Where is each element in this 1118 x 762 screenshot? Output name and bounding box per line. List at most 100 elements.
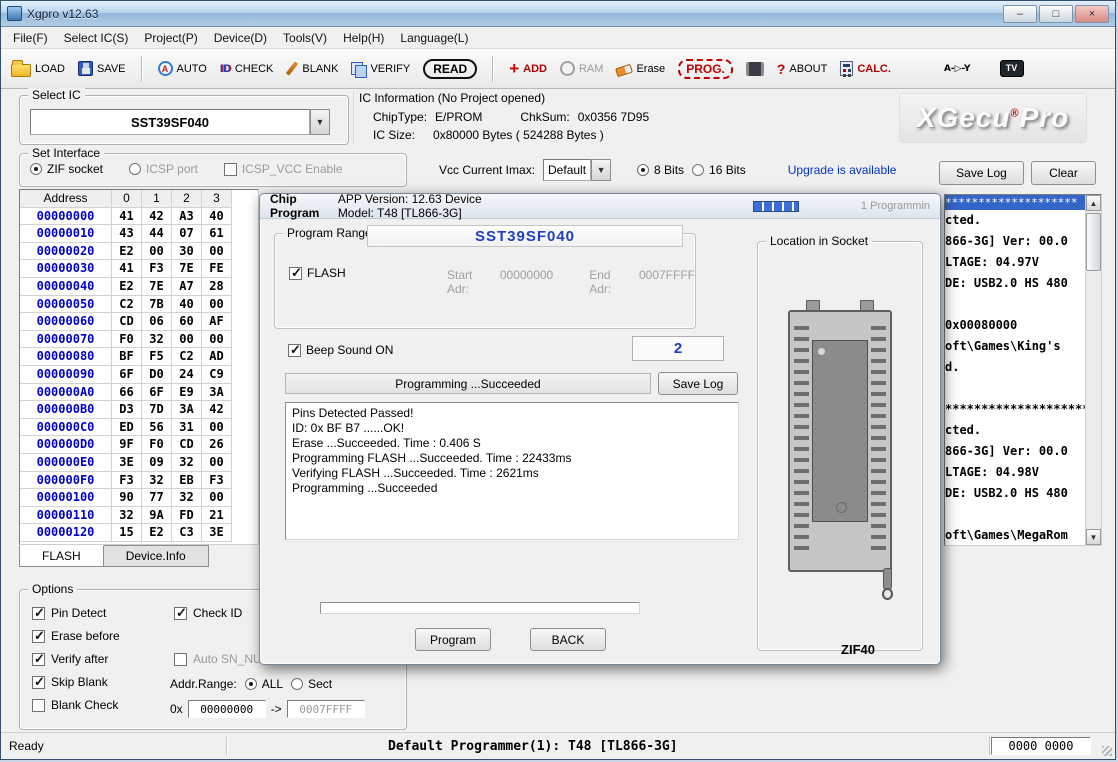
zif-socket-radio[interactable]: ZIF socket: [30, 162, 103, 176]
menu-item[interactable]: Help(H): [335, 28, 392, 48]
hex-address-cell[interactable]: 000000D0: [20, 436, 112, 454]
minimize-button[interactable]: –: [1003, 4, 1037, 23]
chevron-down-icon[interactable]: ▼: [310, 109, 330, 135]
hex-address-cell[interactable]: 000000A0: [20, 383, 112, 402]
hex-address-cell[interactable]: 00000120: [20, 524, 112, 542]
beep-sound-checkbox[interactable]: Beep Sound ON: [288, 342, 393, 358]
check-id-checkbox[interactable]: Check ID: [174, 605, 242, 621]
hex-address-cell[interactable]: 00000010: [20, 225, 112, 243]
hex-byte-cell[interactable]: 07: [172, 225, 202, 243]
menu-item[interactable]: File(F): [5, 28, 56, 48]
hex-byte-cell[interactable]: F5: [142, 348, 172, 366]
hex-editor[interactable]: Address 0 1 2 3 00000000 41 42 A3 40 00000010 43 44…: [19, 189, 259, 545]
logic-button[interactable]: A-▷-Y: [944, 64, 971, 74]
read-button[interactable]: READ: [423, 58, 478, 79]
hex-address-cell[interactable]: 00000020: [20, 242, 112, 261]
menu-item[interactable]: Tools(V): [275, 28, 335, 48]
ic-combo[interactable]: SST39SF040 ▼: [30, 109, 330, 135]
hex-byte-cell[interactable]: 7E: [142, 277, 172, 296]
hex-byte-cell[interactable]: 00: [142, 242, 172, 261]
hex-byte-cell[interactable]: C2: [112, 295, 142, 314]
hex-byte-cell[interactable]: A7: [172, 277, 202, 296]
save-log-button[interactable]: Save Log: [939, 161, 1024, 185]
hex-byte-cell[interactable]: 41: [112, 207, 142, 226]
hex-byte-cell[interactable]: D3: [112, 401, 142, 419]
hex-byte-cell[interactable]: 3E: [202, 524, 232, 542]
menu-item[interactable]: Language(L): [392, 28, 476, 48]
hex-byte-cell[interactable]: E2: [142, 524, 172, 542]
hex-byte-cell[interactable]: 00: [202, 489, 232, 507]
hex-byte-cell[interactable]: 56: [142, 418, 172, 437]
hex-byte-cell[interactable]: 06: [142, 313, 172, 331]
menu-item[interactable]: Device(D): [206, 28, 275, 48]
hex-byte-cell[interactable]: C9: [202, 365, 232, 384]
save-button[interactable]: SAVE: [77, 61, 126, 76]
hex-byte-cell[interactable]: 9A: [142, 506, 172, 525]
addr-all-radio[interactable]: ALL: [244, 677, 283, 691]
chevron-down-icon[interactable]: ▼: [591, 159, 612, 181]
hex-byte-cell[interactable]: F0: [142, 436, 172, 454]
tv-button[interactable]: TV: [999, 60, 1024, 77]
hex-address-cell[interactable]: 00000090: [20, 365, 112, 384]
back-button[interactable]: BACK: [530, 628, 606, 651]
hex-byte-cell[interactable]: 24: [172, 365, 202, 384]
hex-address-cell[interactable]: 00000040: [20, 277, 112, 296]
hex-byte-cell[interactable]: 3A: [172, 401, 202, 419]
hex-byte-cell[interactable]: AD: [202, 348, 232, 366]
hex-byte-cell[interactable]: 00: [202, 453, 232, 472]
hex-byte-cell[interactable]: 7B: [142, 295, 172, 314]
hex-address-cell[interactable]: 000000E0: [20, 453, 112, 472]
hex-address-cell[interactable]: 00000060: [20, 313, 112, 331]
hex-byte-cell[interactable]: 00: [202, 418, 232, 437]
hex-byte-cell[interactable]: 32: [172, 489, 202, 507]
hex-byte-cell[interactable]: 3E: [112, 453, 142, 472]
hex-byte-cell[interactable]: 42: [142, 207, 172, 226]
upgrade-link[interactable]: Upgrade is available: [788, 163, 897, 177]
hex-byte-cell[interactable]: 00: [202, 295, 232, 314]
hex-byte-cell[interactable]: 7D: [142, 401, 172, 419]
prog-button[interactable]: PROG.: [678, 58, 733, 79]
tab-device-info[interactable]: Device.Info: [103, 545, 209, 567]
hex-byte-cell[interactable]: BF: [112, 348, 142, 366]
ic-combo-value[interactable]: SST39SF040: [30, 109, 310, 135]
hex-address-cell[interactable]: 00000110: [20, 506, 112, 525]
hex-byte-cell[interactable]: F3: [202, 471, 232, 490]
hex-address-cell[interactable]: 00000000: [20, 207, 112, 226]
bits8-radio[interactable]: 8 Bits: [637, 163, 684, 177]
hex-byte-cell[interactable]: F3: [112, 471, 142, 490]
option-checkbox[interactable]: Pin Detect: [32, 605, 120, 621]
bits16-radio[interactable]: 16 Bits: [692, 163, 746, 177]
hex-address-cell[interactable]: 00000050: [20, 295, 112, 314]
verify-button[interactable]: VERIFY: [351, 61, 410, 78]
hex-byte-cell[interactable]: 3A: [202, 383, 232, 402]
clear-button[interactable]: Clear: [1031, 161, 1096, 185]
hex-byte-cell[interactable]: 41: [112, 260, 142, 278]
hex-byte-cell[interactable]: 28: [202, 277, 232, 296]
hex-byte-cell[interactable]: AF: [202, 313, 232, 331]
hex-byte-cell[interactable]: 00: [202, 242, 232, 261]
hex-byte-cell[interactable]: 30: [172, 242, 202, 261]
hex-byte-cell[interactable]: 32: [172, 453, 202, 472]
option-checkbox[interactable]: Erase before: [32, 628, 120, 644]
dialog-save-log-button[interactable]: Save Log: [658, 372, 738, 395]
hex-byte-cell[interactable]: 6F: [112, 365, 142, 384]
hex-byte-cell[interactable]: 00: [202, 330, 232, 349]
hex-byte-cell[interactable]: 66: [112, 383, 142, 402]
blank-button[interactable]: BLANK: [286, 61, 338, 76]
dialog-title-bar[interactable]: Chip Program APP Version: 12.63 Device M…: [260, 192, 940, 220]
scrollbar-thumb[interactable]: [1086, 213, 1101, 271]
calc-button[interactable]: CALC.: [840, 61, 891, 76]
hex-byte-cell[interactable]: 60: [172, 313, 202, 331]
hex-byte-cell[interactable]: 31: [172, 418, 202, 437]
hex-byte-cell[interactable]: E9: [172, 383, 202, 402]
hex-byte-cell[interactable]: 32: [142, 471, 172, 490]
dialog-log[interactable]: Pins Detected Passed! ID: 0x BF B7 ......…: [285, 402, 739, 540]
hex-byte-cell[interactable]: 43: [112, 225, 142, 243]
menu-item[interactable]: Select IC(S): [56, 28, 137, 48]
hex-byte-cell[interactable]: C2: [172, 348, 202, 366]
hex-byte-cell[interactable]: 40: [172, 295, 202, 314]
hex-byte-cell[interactable]: 09: [142, 453, 172, 472]
hex-byte-cell[interactable]: 61: [202, 225, 232, 243]
hex-byte-cell[interactable]: 6F: [142, 383, 172, 402]
close-button[interactable]: ×: [1075, 4, 1109, 23]
